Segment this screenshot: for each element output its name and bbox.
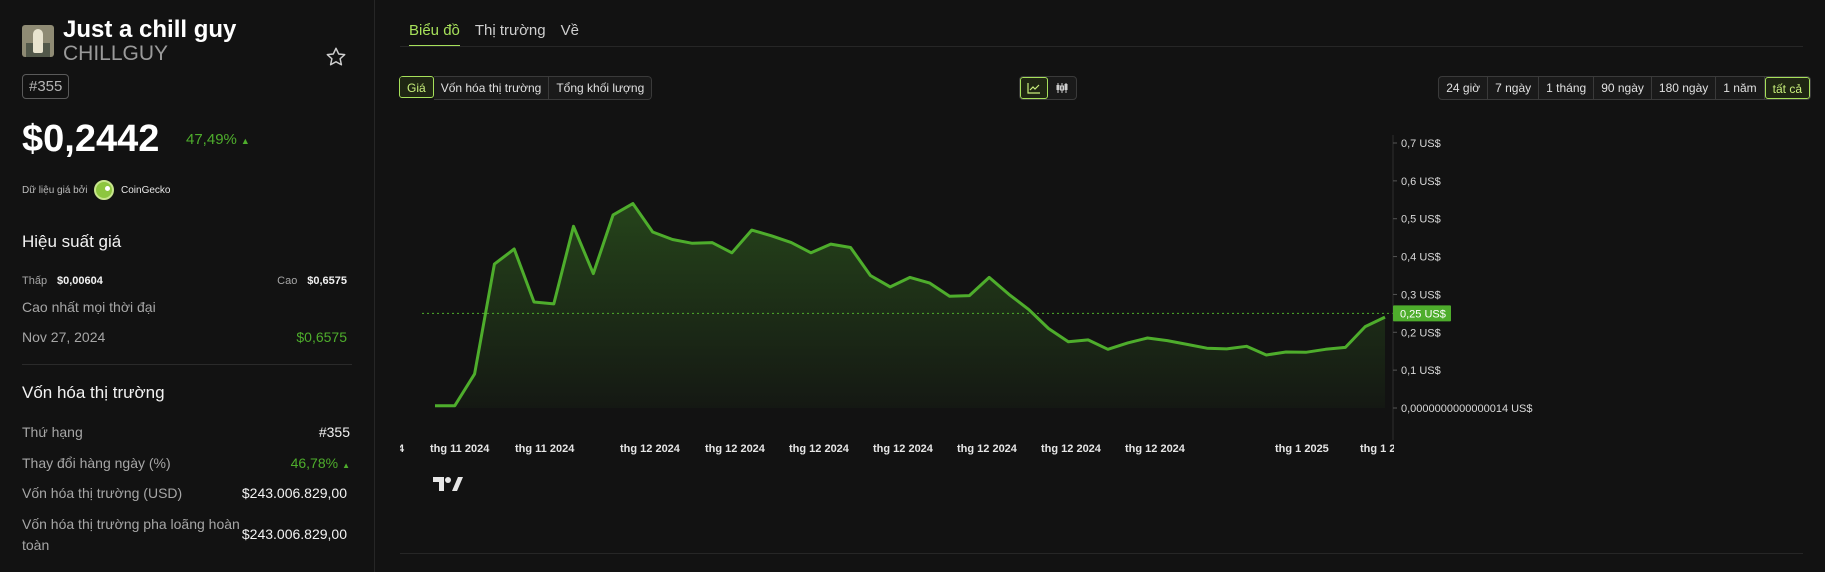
- y-tick-label: 0,7 US$: [1401, 138, 1441, 150]
- ath-value: $0,6575: [296, 329, 347, 345]
- x-tick-label: thg 12 2024: [957, 443, 1018, 455]
- tab-chart[interactable]: Biểu đồ: [409, 22, 460, 47]
- high-row: Cao $0,6575: [260, 271, 347, 287]
- market-title: Vốn hóa thị trường: [22, 383, 165, 402]
- line-chart-icon[interactable]: [1020, 77, 1048, 99]
- star-icon[interactable]: [325, 46, 347, 68]
- metric-volume-button[interactable]: Tổng khối lượng: [549, 77, 651, 99]
- low-row: Thấp $0,00604: [22, 271, 103, 287]
- low-value: $0,00604: [56, 275, 103, 287]
- price-change: 47,49% ▲: [186, 131, 250, 148]
- fdv-value: $243.006.829,00: [241, 526, 347, 542]
- rank-value: #355: [318, 424, 350, 440]
- range-90d-button[interactable]: 90 ngày: [1594, 77, 1652, 99]
- current-price-tag-label: 0,25 US$: [1400, 308, 1446, 320]
- x-tick-label: thg 12 2024: [705, 443, 766, 455]
- price-chart[interactable]: 0,7 US$ 0,6 US$ 0,5 US$ 0,4 US$ 0,3 US$ 0,2 U…: [365, 130, 1825, 550]
- x-tick-label: thg 12 2024: [620, 443, 681, 455]
- chart-type-selector: [1019, 76, 1077, 100]
- coin-info-panel: Just a chill guy CHILLGUY #355 $0,2442 4…: [0, 0, 375, 572]
- x-tick-label: thg 11 2024: [430, 443, 490, 455]
- range-24h-button[interactable]: 24 giờ: [1439, 77, 1489, 99]
- range-7d-button[interactable]: 7 ngày: [1488, 77, 1540, 99]
- y-tick-label: 0,3 US$: [1401, 289, 1441, 301]
- up-arrow-icon: ▲: [240, 136, 250, 146]
- range-180d-button[interactable]: 180 ngày: [1652, 77, 1717, 99]
- y-tick-label: 0,5 US$: [1401, 214, 1441, 226]
- daily-change-value: 46,78%: [290, 455, 339, 471]
- daily-change-label: Thay đổi hàng ngày (%): [22, 455, 171, 471]
- rank-label: Thứ hạng: [22, 424, 83, 440]
- content-tabs: Biểu đồ Thị trường Về: [409, 22, 579, 47]
- high-label: Cao: [277, 275, 298, 287]
- time-range-selector: 24 giờ 7 ngày 1 tháng 90 ngày 180 ngày 1…: [1438, 76, 1811, 100]
- coingecko-logo: [94, 180, 114, 200]
- coin-name: Just a chill guy: [63, 16, 237, 43]
- high-value: $0,6575: [307, 275, 347, 287]
- price-chart-svg: 0,7 US$ 0,6 US$ 0,5 US$ 0,4 US$ 0,3 US$ 0,2 U…: [365, 135, 1533, 460]
- price-change-value: 47,49%: [186, 131, 237, 148]
- x-axis-mask: [1394, 440, 1474, 460]
- low-label: Thấp: [22, 275, 48, 287]
- tab-markets[interactable]: Thị trường: [475, 22, 546, 47]
- y-tick-label: 0,6 US$: [1401, 176, 1441, 188]
- y-tick-label: 0,0000000000000014 US$: [1401, 403, 1533, 415]
- metric-price-button[interactable]: Giá: [399, 76, 434, 98]
- x-tick-label: thg 1 2025: [1275, 443, 1329, 455]
- up-arrow-icon: ▲: [342, 461, 350, 470]
- range-1m-button[interactable]: 1 tháng: [1539, 77, 1595, 99]
- metric-selector: Giá Vốn hóa thị trường Tổng khối lượng: [399, 76, 653, 100]
- candlestick-icon[interactable]: [1048, 77, 1076, 99]
- x-tick-label: thg 11 2024: [515, 443, 575, 455]
- divider: [22, 364, 352, 365]
- metric-market-cap-button[interactable]: Vốn hóa thị trường: [434, 77, 550, 99]
- daily-change-row: 46,78% ▲: [200, 455, 350, 471]
- tab-about[interactable]: Về: [561, 22, 579, 47]
- ath-date: Nov 27, 2024: [22, 329, 106, 345]
- x-tick-label: 11 2024: [400, 443, 405, 455]
- data-source-label: Dữ liệu giá bởi: [22, 185, 88, 196]
- performance-title: Hiệu suất giá: [22, 232, 122, 251]
- y-tick-label: 0,4 US$: [1401, 252, 1441, 264]
- coin-logo: [22, 25, 54, 57]
- chart-bottom-divider: [400, 553, 1803, 554]
- market-cap-label: Vốn hóa thị trường (USD): [22, 485, 183, 501]
- rank-badge: #355: [22, 74, 70, 99]
- market-cap-value: $243.006.829,00: [241, 485, 347, 501]
- range-1y-button[interactable]: 1 năm: [1716, 77, 1765, 99]
- tradingview-logo[interactable]: [433, 475, 463, 493]
- y-tick-label: 0,1 US$: [1401, 365, 1441, 377]
- tabs-divider: [400, 46, 1803, 47]
- range-all-button[interactable]: tất cả: [1764, 77, 1810, 99]
- x-tick-label: thg 12 2024: [1041, 443, 1102, 455]
- x-tick-label: thg 12 2024: [1125, 443, 1186, 455]
- current-price: $0,2442: [22, 118, 160, 160]
- x-tick-label: thg 12 2024: [789, 443, 850, 455]
- x-tick-label: thg 12 2024: [873, 443, 934, 455]
- data-provider[interactable]: CoinGecko: [121, 185, 170, 196]
- ath-label: Cao nhất mọi thời đại: [22, 299, 156, 315]
- y-tick-label: 0,2 US$: [1401, 327, 1441, 339]
- coin-symbol: CHILLGUY: [63, 42, 169, 65]
